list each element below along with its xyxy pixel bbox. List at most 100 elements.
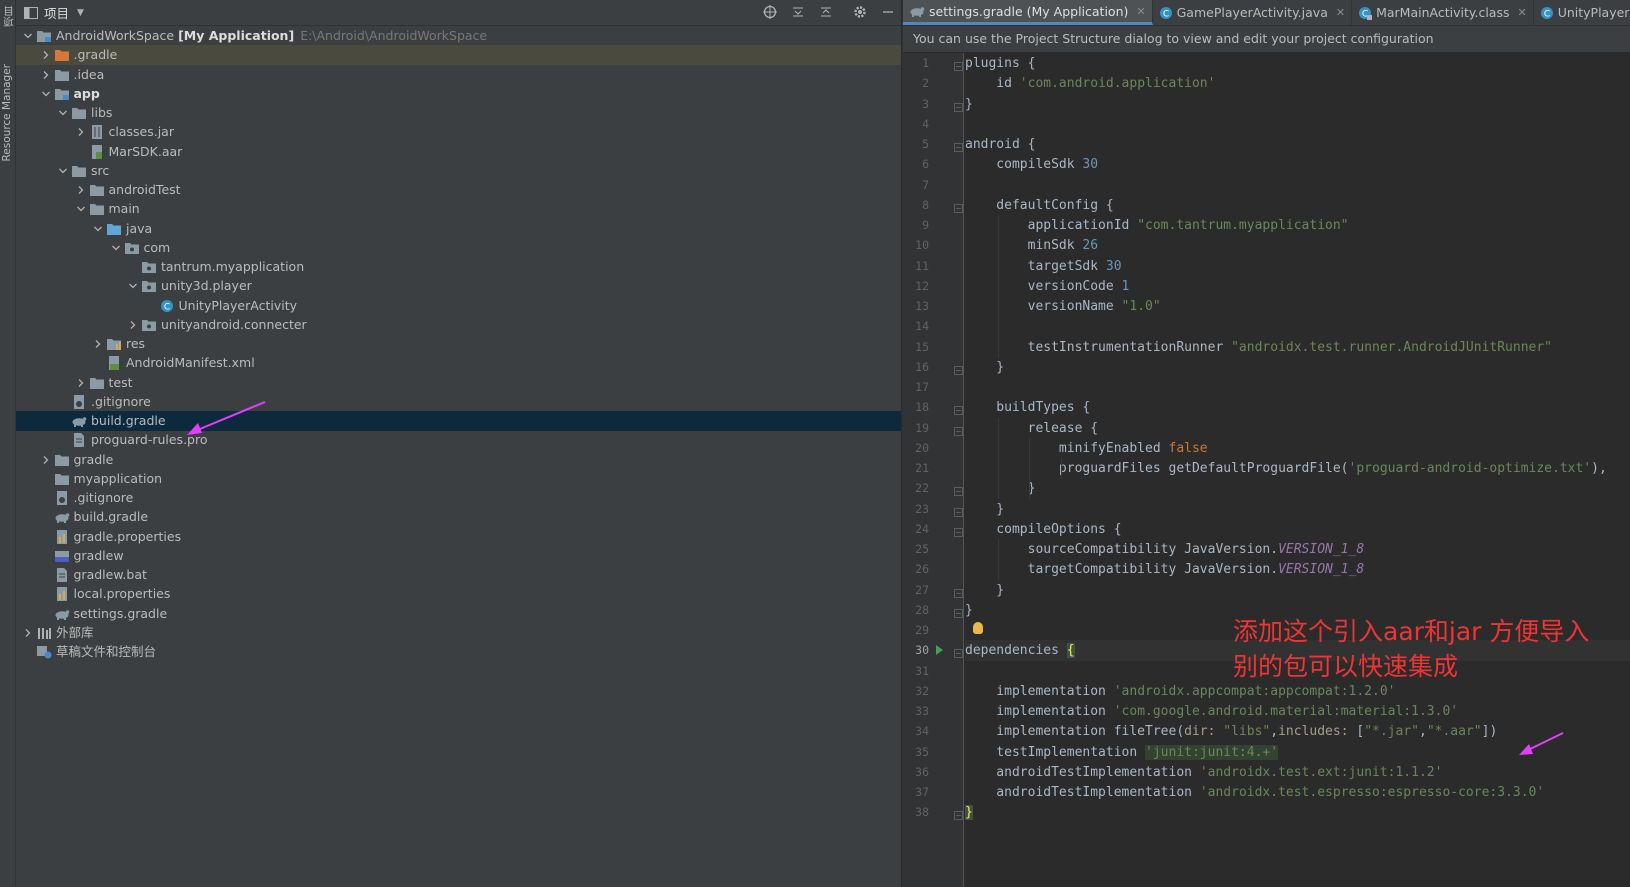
code-line: } xyxy=(965,802,1630,823)
fold-marker-icon[interactable] xyxy=(954,403,963,416)
resource-manager-tool-tab[interactable]: Resource Manager xyxy=(0,62,15,182)
close-icon[interactable]: ✕ xyxy=(1517,6,1526,19)
fold-marker-icon[interactable] xyxy=(954,484,963,497)
fold-marker-icon[interactable] xyxy=(954,201,963,213)
fold-marker-icon[interactable] xyxy=(954,808,963,821)
tree-item[interactable]: MarSDK.aar xyxy=(16,142,901,162)
code-token: 26 xyxy=(1082,238,1099,254)
gitignore-icon xyxy=(71,394,87,410)
tree-item[interactable]: unityandroid.connecter xyxy=(16,315,901,335)
fold-marker-icon[interactable] xyxy=(954,505,963,517)
close-icon[interactable]: ✕ xyxy=(1136,5,1145,18)
fold-marker-icon[interactable] xyxy=(954,59,963,71)
tree-item[interactable]: build.gradle xyxy=(16,507,901,527)
chevron-right-icon[interactable] xyxy=(38,450,54,470)
tree-item[interactable]: C UnityPlayerActivity xyxy=(16,296,901,316)
chevron-down-icon[interactable] xyxy=(55,161,71,181)
tree-item[interactable]: myapplication xyxy=(16,469,901,489)
minimize-icon[interactable] xyxy=(879,3,897,21)
folder-icon xyxy=(89,375,105,391)
line-number: 13 xyxy=(915,299,929,313)
fold-marker-icon[interactable] xyxy=(954,100,963,112)
tree-item[interactable]: .gitignore xyxy=(16,392,901,412)
fold-marker-icon[interactable] xyxy=(954,140,963,152)
tree-item[interactable]: gradlew.bat xyxy=(16,565,901,585)
tree-item[interactable]: gradle.properties xyxy=(16,527,901,547)
tree-item[interactable]: AndroidManifest.xml xyxy=(16,353,901,373)
tree-item[interactable]: local.properties xyxy=(16,584,901,604)
chevron-right-icon[interactable] xyxy=(38,65,54,85)
collapse-all-icon[interactable] xyxy=(817,3,835,21)
editor-tab[interactable]: C UnityPlayerActivity xyxy=(1534,0,1630,25)
folder-icon xyxy=(54,452,70,468)
close-icon[interactable]: ✕ xyxy=(1336,6,1345,19)
tree-item[interactable]: tantrum.myapplication xyxy=(16,257,901,277)
tree-item[interactable]: java xyxy=(16,219,901,239)
tree-item[interactable]: 外部库 xyxy=(16,623,901,643)
fold-marker-icon[interactable] xyxy=(954,424,963,436)
line-number: 3 xyxy=(922,96,929,111)
locate-icon[interactable] xyxy=(761,3,779,21)
editor-tab[interactable]: C MarMainActivity.class ✕ xyxy=(1352,0,1534,25)
tree-item[interactable]: libs xyxy=(16,103,901,123)
tree-item[interactable]: src xyxy=(16,161,901,181)
fold-marker-icon[interactable] xyxy=(954,606,963,618)
tree-item[interactable]: app xyxy=(16,84,901,104)
tree-item[interactable]: AndroidWorkSpace [My Application] E:\Andro… xyxy=(16,26,901,46)
tree-item[interactable]: gradle xyxy=(16,450,901,470)
chevron-down-icon[interactable] xyxy=(125,276,141,296)
run-gutter-icon[interactable] xyxy=(936,645,943,656)
tree-item[interactable]: build.gradle xyxy=(16,411,901,431)
lightbulb-icon[interactable] xyxy=(973,622,983,634)
line-number: 33 xyxy=(915,704,929,718)
editor-tab[interactable]: C GamePlayerActivity.java ✕ xyxy=(1153,0,1353,25)
chevron-right-icon[interactable] xyxy=(90,334,106,354)
chevron-right-icon[interactable] xyxy=(125,315,141,335)
tree-item[interactable]: gradlew xyxy=(16,546,901,566)
project-tool-tab[interactable]: 项目 xyxy=(0,4,15,44)
fold-marker-icon[interactable] xyxy=(954,525,963,537)
editor-tab[interactable]: settings.gradle (My Application) ✕ xyxy=(903,0,1153,25)
chevron-right-icon[interactable] xyxy=(73,122,89,142)
tree-item[interactable]: 草稿文件和控制台 xyxy=(16,642,901,662)
tree-item[interactable]: .gradle xyxy=(16,45,901,66)
gradle-icon xyxy=(54,606,70,622)
tree-item[interactable]: settings.gradle xyxy=(16,604,901,624)
line-number: 24 xyxy=(915,521,929,536)
code-area[interactable]: 1 2 3 4 5 6 7 8 9 10 11 12 13 14 15 16 17 18 19 20 21 22 23 24 2… xyxy=(903,53,1630,887)
line-number: 28 xyxy=(915,602,929,617)
chevron-right-icon[interactable] xyxy=(73,373,89,393)
chevron-down-icon[interactable] xyxy=(90,219,106,239)
chevron-right-icon[interactable] xyxy=(38,45,54,65)
chevron-right-icon[interactable] xyxy=(20,623,36,643)
chevron-right-icon[interactable] xyxy=(73,180,89,200)
indent-guide xyxy=(998,296,1000,317)
tree-item[interactable]: test xyxy=(16,373,901,393)
chevron-down-icon[interactable] xyxy=(108,238,124,258)
tree-item[interactable]: res xyxy=(16,334,901,354)
tree-item-label: src xyxy=(91,162,110,178)
chevron-down-icon[interactable] xyxy=(55,103,71,123)
fold-marker-icon[interactable] xyxy=(954,586,963,598)
tree-item[interactable]: main xyxy=(16,199,901,219)
expand-all-icon[interactable] xyxy=(789,3,807,21)
tree-item[interactable]: .idea xyxy=(16,65,901,85)
project-view-selector[interactable]: 项目 ▼ xyxy=(24,3,84,22)
tree-item[interactable]: proguard-rules.pro xyxy=(16,430,901,450)
tree-item[interactable]: classes.jar xyxy=(16,122,901,142)
fold-marker-icon[interactable] xyxy=(954,646,963,659)
tree-item-module-name: [My Application] xyxy=(178,28,295,43)
tree-item[interactable]: unity3d.player xyxy=(16,276,901,296)
tree-item[interactable]: androidTest xyxy=(16,180,901,200)
editor-tab-bar: settings.gradle (My Application) ✕ C GamePl… xyxy=(903,0,1630,26)
gear-icon[interactable] xyxy=(851,3,869,21)
chevron-down-icon[interactable] xyxy=(38,84,54,104)
chevron-down-icon[interactable] xyxy=(20,26,36,46)
code-token: 30 xyxy=(1105,258,1122,274)
tree-item[interactable]: .gitignore xyxy=(16,488,901,508)
fold-marker-icon[interactable] xyxy=(954,363,963,375)
chevron-down-icon[interactable] xyxy=(73,199,89,219)
tree-item[interactable]: com xyxy=(16,238,901,258)
